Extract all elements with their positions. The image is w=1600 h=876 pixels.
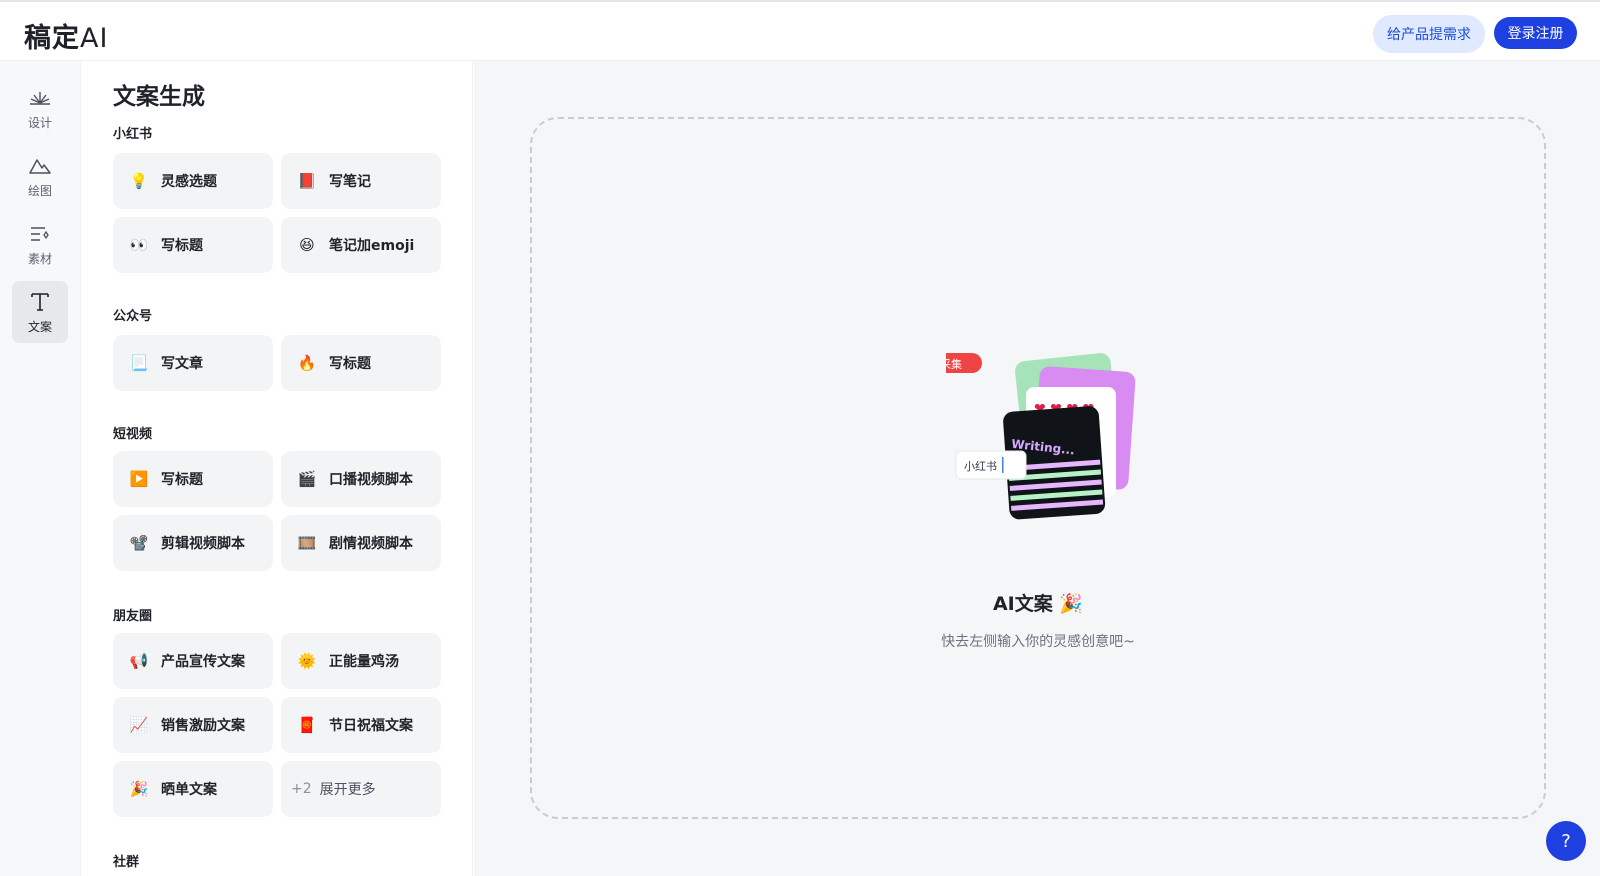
card-label: 笔记加emoji [329, 238, 415, 254]
rail-item-design[interactable]: 设计 [12, 77, 68, 139]
eyes-icon: 👀 [129, 236, 149, 254]
page-icon: 📃 [129, 354, 149, 372]
section-label-video: 短视频 [113, 427, 153, 442]
clapper-icon: 🎬 [297, 470, 317, 488]
card-video-write-title[interactable]: ▶️ 写标题 [113, 451, 273, 507]
list-sparkle-icon [28, 222, 52, 246]
chart-up-icon: 📈 [129, 716, 149, 734]
mountain-icon [28, 154, 52, 178]
empty-state-title: AI文案 🎉 [992, 593, 1084, 615]
section-label-moments: 朋友圈 [113, 609, 153, 624]
megaphone-icon: 📢 [129, 652, 149, 670]
text-icon [28, 290, 52, 314]
left-rail: 设计 绘图 素材 文案 [0, 61, 81, 876]
card-moments-show-order[interactable]: 🎉 晒单文案 [113, 761, 273, 817]
card-gzh-write-article[interactable]: 📃 写文章 [113, 335, 273, 391]
empty-state-illustration: ❤ ❤ ❤ ❤ Writing... 小红书 采集 [946, 353, 1136, 520]
rail-item-draw[interactable]: 绘图 [12, 145, 68, 207]
logo-text: 稿定 [24, 23, 80, 54]
section-label-gzh: 公众号 [113, 309, 153, 324]
card-moments-positive-energy[interactable]: 🌞 正能量鸡汤 [281, 633, 441, 689]
projector-icon: 📽️ [129, 534, 149, 552]
rail-label-design: 设计 [27, 115, 52, 130]
section-label-xhs: 小红书 [113, 127, 153, 142]
fire-icon: 🔥 [297, 354, 317, 372]
card-label: 剧情视频脚本 [329, 536, 413, 552]
top-header: 稿定AI 给产品提需求 登录注册 [0, 0, 1600, 61]
login-register-button[interactable]: 登录注册 [1494, 17, 1577, 49]
rail-label-material: 素材 [27, 251, 52, 266]
card-label: 灵感选题 [161, 174, 217, 190]
expand-more-label: 展开更多 [319, 782, 376, 798]
help-button[interactable]: ? [1546, 821, 1586, 861]
rail-item-material[interactable]: 素材 [12, 213, 68, 275]
design-icon [28, 86, 52, 110]
card-moments-holiday-greeting[interactable]: 🧧 节日祝福文案 [281, 697, 441, 753]
card-label: 正能量鸡汤 [329, 654, 399, 670]
copywriting-panel: 文案生成 小红书 💡 灵感选题 📕 写笔记 👀 写标题 😆 笔记加emoji 公… [81, 61, 473, 876]
section-label-community: 社群 [113, 855, 140, 870]
expand-more-button[interactable]: +2 展开更多 [281, 761, 441, 817]
page-title: 文案生成 [113, 84, 205, 110]
empty-state-subtitle: 快去左侧输入你的灵感创意吧~ [941, 634, 1135, 650]
card-label: 写笔记 [329, 174, 371, 190]
collect-badge: 采集 [946, 357, 962, 371]
card-label: 销售激励文案 [161, 718, 245, 734]
logo[interactable]: 稿定AI [24, 16, 108, 55]
card-xhs-write-title[interactable]: 👀 写标题 [113, 217, 273, 273]
card-video-edit-script[interactable]: 📽️ 剪辑视频脚本 [113, 515, 273, 571]
card-label: 写标题 [161, 238, 203, 254]
card-label: 写标题 [329, 356, 371, 372]
more-count: +2 [291, 781, 312, 797]
card-label: 写标题 [161, 472, 203, 488]
card-xhs-inspiration[interactable]: 💡 灵感选题 [113, 153, 273, 209]
sun-icon: 🌞 [297, 652, 317, 670]
logo-ai-text: AI [80, 23, 109, 54]
laughing-face-icon: 😆 [299, 236, 315, 254]
card-xhs-add-emoji[interactable]: 😆 笔记加emoji [281, 217, 441, 273]
card-moments-sales-motivation[interactable]: 📈 销售激励文案 [113, 697, 273, 753]
card-label: 节日祝福文案 [329, 718, 413, 734]
main-area: ❤ ❤ ❤ ❤ Writing... 小红书 采集 AI文案 🎉 快去左侧输入你… [474, 61, 1600, 876]
result-placeholder: ❤ ❤ ❤ ❤ Writing... 小红书 采集 AI文案 🎉 快去左侧输入你… [530, 117, 1546, 819]
rail-label-draw: 绘图 [27, 183, 52, 198]
card-label: 写文章 [161, 356, 203, 372]
party-popper-icon: 🎉 [129, 780, 149, 798]
card-gzh-write-title[interactable]: 🔥 写标题 [281, 335, 441, 391]
feedback-button[interactable]: 给产品提需求 [1373, 15, 1485, 53]
card-label: 口播视频脚本 [329, 472, 413, 488]
card-moments-product-promo[interactable]: 📢 产品宣传文案 [113, 633, 273, 689]
red-envelope-icon: 🧧 [297, 716, 317, 734]
red-book-icon: 📕 [297, 172, 317, 190]
illustration-input-text: 小红书 [964, 460, 997, 473]
card-label: 剪辑视频脚本 [161, 536, 245, 552]
rail-item-copywriting[interactable]: 文案 [12, 281, 68, 343]
play-icon: ▶️ [129, 470, 149, 488]
card-label: 产品宣传文案 [161, 654, 245, 670]
card-label: 晒单文案 [161, 782, 217, 798]
lightbulb-icon: 💡 [129, 172, 149, 190]
card-video-talking-script[interactable]: 🎬 口播视频脚本 [281, 451, 441, 507]
film-frames-icon: 🎞️ [297, 534, 317, 552]
rail-label-copywriting: 文案 [27, 319, 52, 334]
card-xhs-write-note[interactable]: 📕 写笔记 [281, 153, 441, 209]
card-video-story-script[interactable]: 🎞️ 剧情视频脚本 [281, 515, 441, 571]
